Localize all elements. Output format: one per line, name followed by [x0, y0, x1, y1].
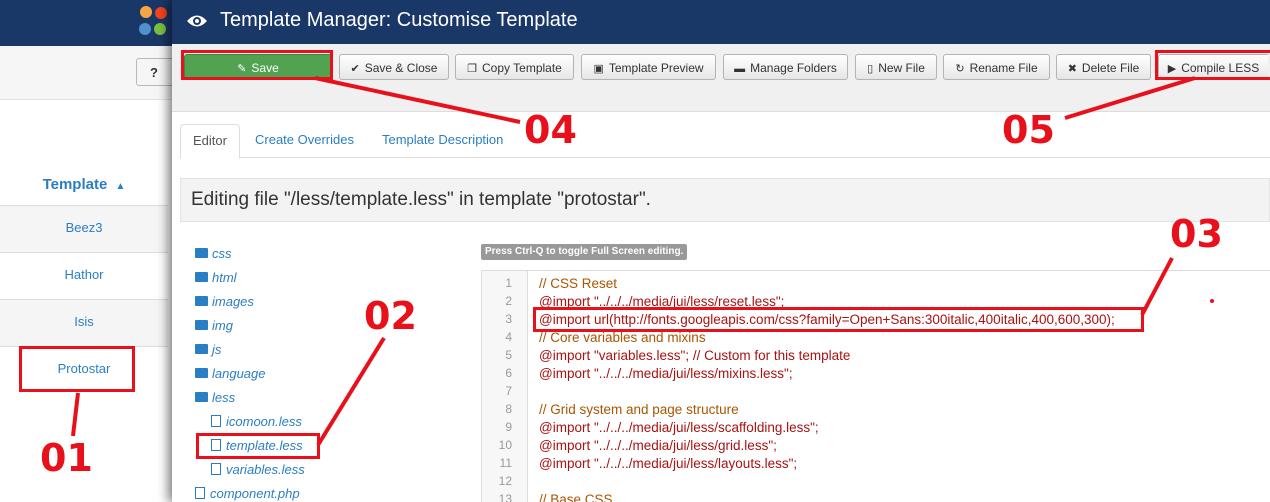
annotation-label-05: 05 [1002, 108, 1055, 152]
annotation-dot [1210, 299, 1214, 303]
annotation-line-01 [71, 392, 80, 437]
annotation-label-01: 01 [40, 436, 93, 480]
annotation-label-03: 03 [1170, 212, 1223, 256]
annotation-label-04: 04 [524, 108, 577, 152]
annotation-line-03 [1140, 257, 1174, 316]
annotation-lines [71, 76, 1214, 447]
annotation-line-05 [1064, 76, 1196, 120]
annotation-line-04 [314, 76, 521, 124]
annotation-label-02: 02 [364, 294, 417, 338]
annotation-line-02 [316, 336, 386, 447]
